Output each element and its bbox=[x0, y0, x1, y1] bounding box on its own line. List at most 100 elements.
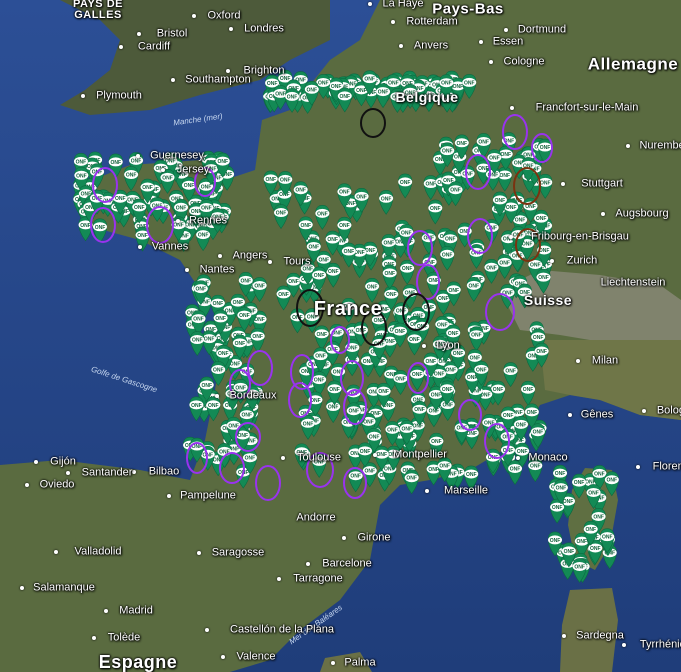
onf-marker-label: ONF bbox=[448, 288, 459, 294]
city-dot bbox=[626, 144, 630, 148]
onf-marker-label: ONF bbox=[213, 301, 224, 307]
onf-marker-label: ONF bbox=[387, 427, 398, 433]
onf-marker-label: ONF bbox=[585, 527, 596, 533]
label-pays-de-galles: PAYS DE GALLES bbox=[73, 0, 123, 21]
city-label: Castellón de la Plana bbox=[230, 623, 334, 636]
onf-marker-label: ONF bbox=[239, 313, 250, 319]
onf-marker-label: ONF bbox=[441, 81, 452, 87]
city-label: Palma bbox=[344, 656, 376, 669]
onf-marker-label: ONF bbox=[602, 535, 613, 541]
onf-marker-label: ONF bbox=[564, 549, 575, 555]
city-dot bbox=[516, 456, 520, 460]
city-dot bbox=[215, 394, 219, 398]
onf-marker-label: ONF bbox=[556, 486, 567, 492]
onf-marker-label: ONF bbox=[356, 194, 367, 200]
city-dot bbox=[306, 562, 310, 566]
onf-marker-label: ONF bbox=[503, 413, 514, 419]
onf-marker-label: ONF bbox=[462, 172, 473, 178]
city-dot bbox=[136, 154, 140, 158]
city-label: Saragosse bbox=[211, 546, 265, 559]
city-dot bbox=[510, 106, 514, 110]
onf-marker-label: ONF bbox=[276, 211, 287, 217]
city-dot bbox=[422, 344, 426, 348]
onf-marker-label: ONF bbox=[275, 91, 286, 97]
onf-marker-label: ONF bbox=[450, 188, 461, 194]
onf-marker-label: ONF bbox=[340, 94, 351, 100]
onf-marker-label: ONF bbox=[388, 81, 399, 87]
onf-marker-label: ONF bbox=[201, 383, 212, 389]
onf-marker-label: ONF bbox=[429, 278, 440, 284]
city-label: Essen bbox=[492, 35, 524, 48]
city-dot bbox=[636, 465, 640, 469]
onf-marker-label: ONF bbox=[344, 249, 355, 255]
onf-marker-label: ONF bbox=[607, 478, 618, 484]
onf-marker-label: ONF bbox=[431, 439, 442, 445]
onf-marker-label: ONF bbox=[442, 252, 453, 258]
onf-marker-label: ONF bbox=[555, 471, 566, 477]
city-label: Bordeaux bbox=[229, 389, 277, 402]
onf-marker-label: ONF bbox=[499, 260, 510, 266]
onf-marker-label: ONF bbox=[412, 372, 423, 378]
onf-marker-label: ONF bbox=[464, 80, 475, 86]
city-dot bbox=[92, 636, 96, 640]
onf-marker-label: ONF bbox=[533, 430, 544, 436]
onf-marker-label: ONF bbox=[237, 433, 248, 439]
city-dot bbox=[576, 359, 580, 363]
onf-marker-label: ONF bbox=[384, 271, 395, 277]
city-dot bbox=[391, 20, 395, 24]
onf-marker-label: ONF bbox=[383, 240, 394, 246]
onf-marker-label: ONF bbox=[469, 283, 480, 289]
onf-marker-label: ONF bbox=[265, 177, 276, 183]
onf-marker-label: ONF bbox=[309, 244, 320, 250]
onf-marker-label: ONF bbox=[315, 354, 326, 360]
onf-marker-label: ONF bbox=[173, 223, 184, 229]
city-label: Sardegna bbox=[576, 629, 624, 642]
city-dot bbox=[81, 94, 85, 98]
onf-marker-label: ONF bbox=[193, 317, 204, 323]
onf-marker-label: ONF bbox=[574, 564, 585, 570]
onf-marker-label: ONF bbox=[563, 499, 574, 505]
city-dot bbox=[281, 456, 285, 460]
city-label: Fribourg-en-Brisgau bbox=[531, 230, 629, 243]
label-suisse: Suisse bbox=[523, 292, 573, 308]
city-label: Cologne bbox=[503, 55, 545, 68]
onf-marker-label: ONF bbox=[470, 355, 481, 361]
city-label: Salamanque bbox=[33, 581, 95, 594]
city-label: Gênes bbox=[580, 408, 614, 421]
onf-marker-label: ONF bbox=[242, 413, 253, 419]
city-label: La Haye bbox=[382, 0, 424, 10]
city-dot bbox=[342, 536, 346, 540]
onf-marker-label: ONF bbox=[378, 90, 389, 96]
map-view[interactable]: ONF ONF ONF ONF ONF ONF ONF ONF ONF ONF ONF ONF ONF O… bbox=[0, 0, 681, 672]
onf-marker-label: ONF bbox=[530, 262, 541, 268]
label-allemagne: Allemagne bbox=[587, 54, 679, 74]
onf-marker-label: ONF bbox=[367, 284, 378, 290]
label-belgique: Belgique bbox=[395, 89, 459, 105]
onf-marker-label: ONF bbox=[184, 183, 195, 189]
onf-marker-label: ONF bbox=[307, 87, 318, 93]
onf-marker-label: ONF bbox=[95, 225, 106, 231]
city-dot bbox=[138, 245, 142, 249]
city-label: Valence bbox=[236, 650, 276, 663]
city-label: Jersey bbox=[176, 163, 210, 176]
city-dot bbox=[34, 460, 38, 464]
city-label: Santander bbox=[81, 466, 133, 479]
city-label: Bristol bbox=[156, 27, 188, 40]
onf-marker-label: ONF bbox=[192, 338, 203, 344]
city-dot bbox=[268, 260, 272, 264]
onf-marker-label: ONF bbox=[329, 387, 340, 393]
onf-marker-label: ONF bbox=[533, 335, 544, 341]
city-label: Tyrrhénienne bbox=[639, 638, 681, 651]
onf-marker-label: ONF bbox=[402, 426, 413, 432]
onf-marker-label: ONF bbox=[300, 223, 311, 229]
onf-marker-label: ONF bbox=[538, 275, 549, 281]
city-label: Plymouth bbox=[96, 89, 142, 102]
onf-marker-label: ONF bbox=[208, 403, 219, 409]
onf-marker-label: ONF bbox=[217, 159, 228, 165]
onf-marker-label: ONF bbox=[516, 422, 527, 428]
onf-marker-label: ONF bbox=[295, 188, 306, 194]
onf-marker-label: ONF bbox=[176, 205, 187, 211]
onf-marker-label: ONF bbox=[162, 175, 173, 181]
onf-marker-label: ONF bbox=[476, 367, 487, 373]
city-dot bbox=[205, 628, 209, 632]
